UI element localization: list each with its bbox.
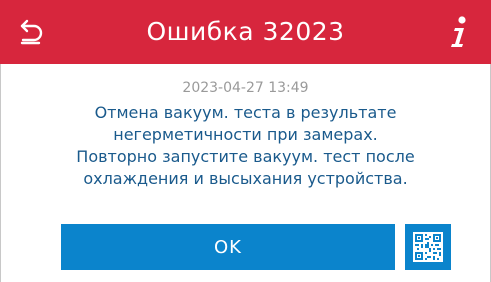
back-arrow-icon — [20, 19, 43, 45]
qr-code-icon — [413, 232, 443, 262]
page-title: Ошибка 32023 — [146, 17, 345, 46]
qr-code-button[interactable] — [405, 224, 451, 270]
info-button[interactable] — [441, 12, 477, 52]
back-button[interactable] — [14, 14, 50, 50]
timestamp: 2023-04-27 13:49 — [182, 80, 309, 96]
message-line: Отмена вакуум. теста в результате — [94, 103, 397, 122]
info-icon — [451, 16, 466, 47]
header-bar: Ошибка 32023 — [0, 0, 491, 64]
ok-button[interactable]: OK — [61, 224, 395, 270]
dialog-content: 2023-04-27 13:49 Отмена вакуум. теста в … — [0, 64, 491, 282]
ok-button-label: OK — [214, 236, 242, 258]
message-line: охлаждения и высыхания устройства. — [83, 169, 408, 188]
error-message: Отмена вакуум. теста в результате негерм… — [21, 102, 470, 190]
message-line: Повторно запустите вакуум. тест после — [76, 147, 415, 166]
message-line: негерметичности при замерах. — [113, 125, 378, 144]
error-screen: Ошибка 32023 2023-04-27 13:49 Отмена вак… — [0, 0, 491, 282]
